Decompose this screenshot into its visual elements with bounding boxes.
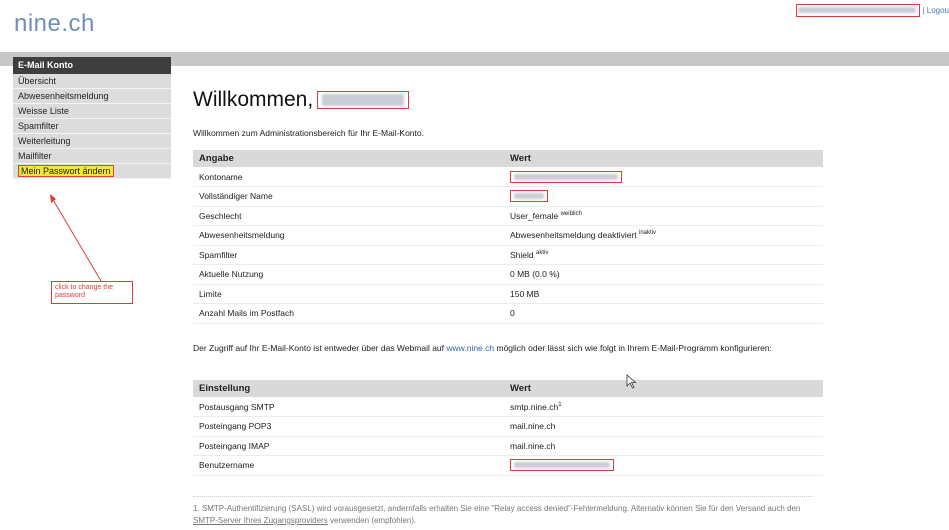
redacted-value bbox=[514, 193, 544, 200]
row-value: 150 MB bbox=[504, 284, 823, 304]
row-label: Vollständiger Name bbox=[193, 186, 504, 207]
provider-smtp-link[interactable]: SMTP-Server Ihres Zugangsproviders bbox=[193, 516, 328, 525]
redacted-value-box bbox=[510, 459, 614, 472]
table-header-row: Angabe Wert bbox=[193, 150, 823, 167]
table-header-row: Einstellung Wert bbox=[193, 380, 823, 397]
row-label: Limite bbox=[193, 284, 504, 304]
intro-text: Willkommen zum Administrationsbereich fü… bbox=[193, 128, 424, 138]
access-text-after: möglich oder lässt sich wie folgt in Ihr… bbox=[496, 343, 772, 353]
settings-table: Einstellung Wert Postausgang SMTP smtp.n… bbox=[193, 380, 823, 476]
absence-icon-label: Abwesenheitsmeldung deaktiviert bbox=[510, 230, 637, 241]
row-value bbox=[504, 455, 823, 476]
row-value bbox=[504, 186, 823, 207]
row-label: Posteingang POP3 bbox=[193, 416, 504, 437]
table-row: Postausgang SMTP smtp.nine.ch1 bbox=[193, 397, 823, 417]
column-header-angabe: Angabe bbox=[193, 150, 504, 167]
row-label: Spamfilter bbox=[193, 245, 504, 265]
row-value bbox=[504, 167, 823, 187]
row-label: Aktuelle Nutzung bbox=[193, 264, 504, 285]
column-header-einstellung: Einstellung bbox=[193, 380, 504, 397]
table-row: Posteingang IMAP mail.nine.ch bbox=[193, 436, 823, 456]
column-header-wert: Wert bbox=[504, 150, 823, 167]
table-row: Kontoname bbox=[193, 167, 823, 187]
row-value: mail.nine.ch bbox=[504, 436, 823, 456]
table-row: Posteingang POP3 mail.nine.ch bbox=[193, 416, 823, 437]
page-title: Willkommen, bbox=[193, 88, 410, 112]
access-text: Der Zugriff auf Ihr E-Mail-Konto ist ent… bbox=[193, 342, 813, 354]
table-row: Spamfilter Shield aktiv bbox=[193, 245, 823, 265]
row-label: Posteingang IMAP bbox=[193, 436, 504, 456]
mouse-cursor-icon bbox=[626, 374, 637, 389]
account-table: Angabe Wert Kontoname Vollständiger Name… bbox=[193, 150, 823, 324]
welcome-text: Willkommen, bbox=[193, 88, 314, 111]
column-header-wert: Wert bbox=[504, 380, 823, 397]
spamfilter-status: aktiv bbox=[536, 249, 549, 256]
row-label: Kontoname bbox=[193, 167, 504, 187]
row-label: Abwesenheitsmeldung bbox=[193, 225, 504, 246]
row-value: 0 bbox=[504, 303, 823, 324]
row-value: Abwesenheitsmeldung deaktiviert inaktiv bbox=[504, 225, 823, 246]
access-text-before: Der Zugriff auf Ihr E-Mail-Konto ist ent… bbox=[193, 343, 445, 353]
redacted-value bbox=[514, 173, 618, 180]
gender-icon-label: User_female bbox=[510, 210, 559, 221]
absence-status: inaktiv bbox=[639, 230, 657, 237]
row-value: Shield aktiv bbox=[504, 245, 823, 265]
table-row: Abwesenheitsmeldung Abwesenheitsmeldung … bbox=[193, 225, 823, 246]
row-label: Anzahl Mails im Postfach bbox=[193, 303, 504, 324]
smtp-server: smtp.nine.ch bbox=[510, 401, 559, 412]
footnote: 1. SMTP-Authentifizierung (SASL) wird vo… bbox=[193, 496, 813, 527]
row-value: smtp.nine.ch1 bbox=[504, 397, 823, 417]
footnote-ref[interactable]: 1 bbox=[558, 402, 561, 408]
webmail-link[interactable]: www.nine.ch bbox=[446, 343, 494, 353]
table-row: Benutzername bbox=[193, 455, 823, 476]
redacted-name bbox=[322, 94, 405, 106]
redacted-value-box bbox=[510, 190, 548, 203]
row-label: Postausgang SMTP bbox=[193, 397, 504, 417]
row-label: Benutzername bbox=[193, 455, 504, 476]
row-value: 0 MB (0.0 %) bbox=[504, 264, 823, 285]
table-row: Limite 150 MB bbox=[193, 284, 823, 304]
table-row: Vollständiger Name bbox=[193, 186, 823, 207]
table-row: Anzahl Mails im Postfach 0 bbox=[193, 303, 823, 324]
gender-value: weiblich bbox=[560, 210, 582, 217]
redacted-name-box bbox=[317, 91, 410, 109]
row-value: User_female weiblich bbox=[504, 206, 823, 226]
row-label: Geschlecht bbox=[193, 206, 504, 226]
redacted-value bbox=[514, 462, 610, 469]
redacted-value-box bbox=[510, 170, 622, 183]
footnote-text-before: 1. SMTP-Authentifizierung (SASL) wird vo… bbox=[193, 504, 801, 513]
footnote-text-after: verwenden (empfohlen). bbox=[329, 516, 417, 525]
row-value: mail.nine.ch bbox=[504, 416, 823, 437]
table-row: Geschlecht User_female weiblich bbox=[193, 206, 823, 226]
annotation-note: click to change the password bbox=[51, 281, 133, 304]
table-row: Aktuelle Nutzung 0 MB (0.0 %) bbox=[193, 264, 823, 285]
shield-icon-label: Shield bbox=[510, 249, 534, 260]
